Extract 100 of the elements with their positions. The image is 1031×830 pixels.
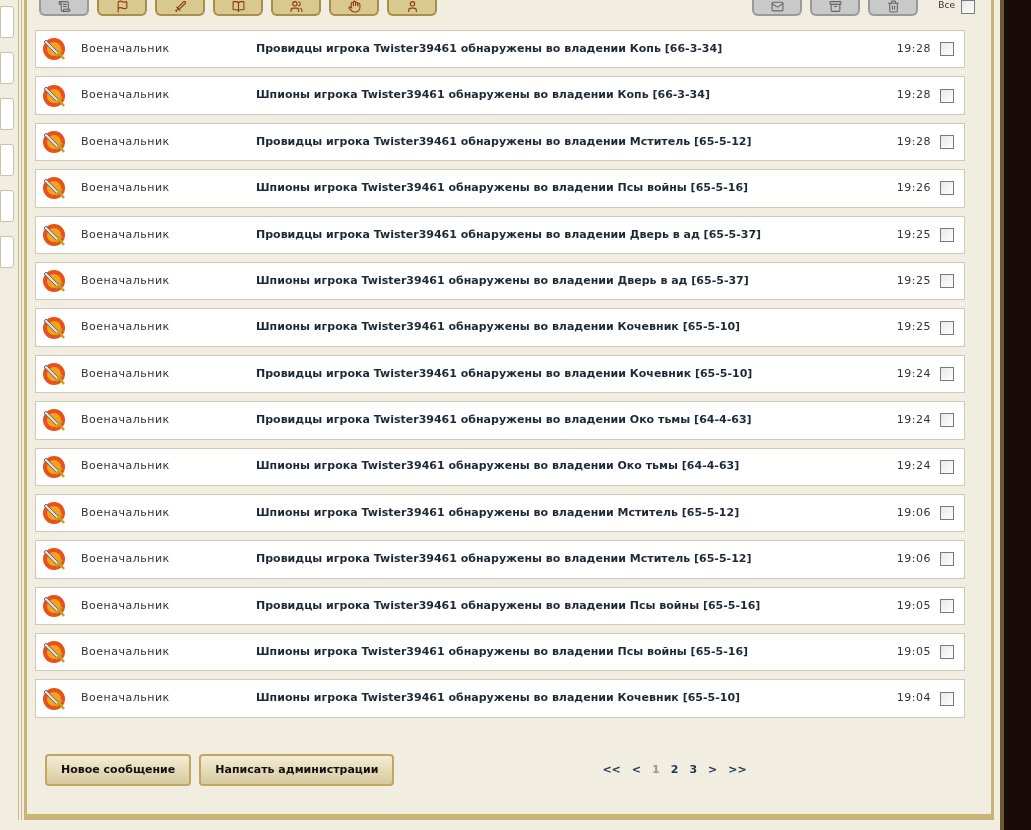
message-sender: Военачальник	[81, 272, 171, 289]
message-subject[interactable]: Шпионы игрока Twister39461 обнаружены во владении Копь [66-3-34]	[256, 87, 897, 104]
toolbar-button[interactable]	[752, 0, 803, 16]
checkbox[interactable]	[940, 552, 954, 567]
toolbar-button[interactable]	[868, 0, 919, 16]
message-subject[interactable]: Провидцы игрока Twister39461 обнаружены во владении Мститель [65-5-12]	[256, 133, 897, 151]
page-link[interactable]: >>	[728, 761, 747, 779]
message-subject[interactable]: Шпионы игрока Twister39461 обнаружены во владении Кочевник [65-5-10]	[256, 690, 897, 707]
message-subject[interactable]: Провидцы игрока Twister39461 обнаружены во владении Око тьмы [64-4-63]	[256, 412, 897, 429]
page-link[interactable]: 3	[689, 761, 698, 779]
page-link[interactable]: 2	[670, 761, 679, 779]
message-sender: Военачальник	[81, 180, 171, 197]
message-subject[interactable]: Провидцы игрока Twister39461 обнаружены во владении Псы войны [65-5-16]	[256, 597, 897, 615]
flaming-sword-icon	[41, 592, 67, 619]
message-row[interactable]: Военачальник Провидцы игрока Twister39461 обнаружены во владении Копь [66-3-34] 19:28	[35, 30, 965, 69]
flaming-sword-icon	[41, 314, 67, 341]
message-time: 19:26	[896, 180, 931, 197]
message-row[interactable]: Военачальник Провидцы игрока Twister39461 обнаружены во владении Мститель [65-5-12] 19:06	[35, 540, 965, 579]
message-time: 19:25	[896, 272, 931, 289]
message-time: 19:05	[896, 597, 931, 614]
message-sender: Военачальник	[81, 551, 171, 568]
message-row[interactable]: Военачальник Шпионы игрока Twister39461 обнаружены во владении Кочевник [65-5-10] 19:04	[35, 679, 965, 718]
checkbox[interactable]	[940, 645, 954, 660]
flaming-sword-icon	[41, 36, 67, 63]
toolbar-button[interactable]	[39, 0, 89, 16]
toolbar-button[interactable]	[387, 0, 437, 16]
message-sender: Военачальник	[81, 365, 171, 382]
message-sender: Военачальник	[81, 458, 171, 475]
message-subject[interactable]: Шпионы игрока Twister39461 обнаружены во владении Кочевник [65-5-10]	[256, 319, 897, 336]
message-subject[interactable]: Шпионы игрока Twister39461 обнаружены во владении Псы войны [65-5-16]	[256, 180, 897, 197]
message-row[interactable]: Военачальник Провидцы игрока Twister39461 обнаружены во владении Дверь в ад [65-5-37] 19:25	[35, 215, 965, 254]
select-all-label: Все	[938, 0, 955, 10]
message-time: 19:24	[896, 458, 931, 475]
checkbox[interactable]	[940, 459, 954, 474]
message-sender: Военачальник	[81, 319, 171, 336]
message-row[interactable]: Военачальник Шпионы игрока Twister39461 обнаружены во владении Копь [66-3-34] 19:28	[35, 76, 965, 115]
checkbox[interactable]	[940, 227, 954, 242]
toolbar-button[interactable]	[155, 0, 205, 16]
checkbox[interactable]	[940, 366, 954, 381]
message-subject[interactable]: Провидцы игрока Twister39461 обнаружены во владении Копь [66-3-34]	[256, 40, 897, 58]
checkbox[interactable]	[940, 88, 954, 103]
message-sender: Военачальник	[81, 690, 171, 707]
mail-icon	[770, 0, 784, 13]
flaming-sword-icon	[41, 453, 67, 480]
page-link[interactable]: <	[631, 761, 642, 779]
checkbox[interactable]	[940, 274, 954, 289]
message-row[interactable]: Военачальник Провидцы игрока Twister39461 обнаружены во владении Кочевник [65-5-10] 19:24	[35, 354, 965, 394]
toolbar-button[interactable]	[810, 0, 861, 16]
message-row[interactable]: Военачальник Шпионы игрока Twister39461 обнаружены во владении Псы войны [65-5-16] 19:05	[35, 633, 965, 672]
message-subject[interactable]: Провидцы игрока Twister39461 обнаружены во владении Мститель [65-5-12]	[256, 551, 897, 568]
checkbox[interactable]	[961, 0, 975, 14]
checkbox[interactable]	[940, 134, 954, 149]
toolbar-button[interactable]	[213, 0, 263, 16]
action-button[interactable]: Новое сообщение	[45, 753, 192, 786]
checkbox[interactable]	[940, 598, 954, 613]
message-subject[interactable]: Шпионы игрока Twister39461 обнаружены во владении Око тьмы [64-4-63]	[256, 458, 897, 475]
message-sender: Военачальник	[81, 226, 171, 243]
message-time: 19:06	[896, 504, 931, 521]
flaming-sword-icon	[41, 360, 67, 387]
message-row[interactable]: Военачальник Шпионы игрока Twister39461 обнаружены во владении Псы войны [65-5-16] 19:26	[35, 169, 965, 208]
checkbox[interactable]	[940, 320, 954, 335]
checkbox[interactable]	[940, 181, 954, 196]
message-time: 19:04	[896, 690, 931, 707]
message-row[interactable]: Военачальник Провидцы игрока Twister39461 обнаружены во владении Псы войны [65-5-16] 19:05	[35, 586, 965, 626]
toolbar-button[interactable]	[97, 0, 147, 16]
message-row[interactable]: Военачальник Шпионы игрока Twister39461 обнаружены во владении Кочевник [65-5-10] 19:25	[35, 308, 965, 347]
message-row[interactable]: Военачальник Шпионы игрока Twister39461 обнаружены во владении Мститель [65-5-12] 19:06	[35, 493, 965, 533]
flaming-sword-icon	[41, 546, 67, 573]
message-subject[interactable]: Шпионы игрока Twister39461 обнаружены во владении Псы войны [65-5-16]	[256, 644, 897, 661]
flaming-sword-icon	[41, 407, 67, 434]
action-button[interactable]: Написать администрации	[199, 753, 395, 786]
message-row[interactable]: Военачальник Шпионы игрока Twister39461 обнаружены во владении Око тьмы [64-4-63] 19:24	[35, 447, 965, 486]
message-row[interactable]: Военачальник Провидцы игрока Twister39461 обнаружены во владении Мститель [65-5-12] 19:28	[35, 122, 965, 162]
message-row[interactable]: Военачальник Шпионы игрока Twister39461 обнаружены во владении Дверь в ад [65-5-37] 19:25	[35, 261, 965, 301]
toolbar-button[interactable]	[329, 0, 379, 16]
message-sender: Военачальник	[81, 412, 171, 429]
message-time: 19:28	[896, 133, 931, 150]
message-time: 19:25	[896, 226, 931, 243]
page-link[interactable]: <<	[602, 761, 621, 779]
checkbox[interactable]	[940, 42, 954, 57]
flaming-sword-icon	[41, 639, 67, 666]
flag-icon	[115, 0, 129, 13]
people-icon	[289, 0, 303, 13]
message-subject[interactable]: Шпионы игрока Twister39461 обнаружены во владении Дверь в ад [65-5-37]	[256, 272, 897, 290]
flaming-sword-icon	[41, 685, 67, 712]
trash-icon	[886, 0, 900, 13]
flaming-sword-icon	[41, 221, 67, 248]
message-row[interactable]: Военачальник Провидцы игрока Twister39461 обнаружены во владении Око тьмы [64-4-63] 19:24	[35, 401, 965, 440]
checkbox[interactable]	[940, 691, 954, 706]
message-subject[interactable]: Провидцы игрока Twister39461 обнаружены во владении Дверь в ад [65-5-37]	[256, 226, 897, 243]
message-subject[interactable]: Шпионы игрока Twister39461 обнаружены во владении Мститель [65-5-12]	[256, 504, 897, 522]
scroll-icon	[57, 0, 71, 13]
checkbox[interactable]	[940, 506, 954, 521]
message-subject[interactable]: Провидцы игрока Twister39461 обнаружены во владении Кочевник [65-5-10]	[256, 365, 897, 383]
page-link[interactable]: >	[708, 761, 718, 779]
message-time: 19:28	[896, 87, 931, 104]
message-sender: Военачальник	[81, 504, 171, 521]
message-time: 19:05	[896, 644, 931, 660]
checkbox[interactable]	[940, 413, 954, 428]
toolbar-button[interactable]	[271, 0, 321, 16]
